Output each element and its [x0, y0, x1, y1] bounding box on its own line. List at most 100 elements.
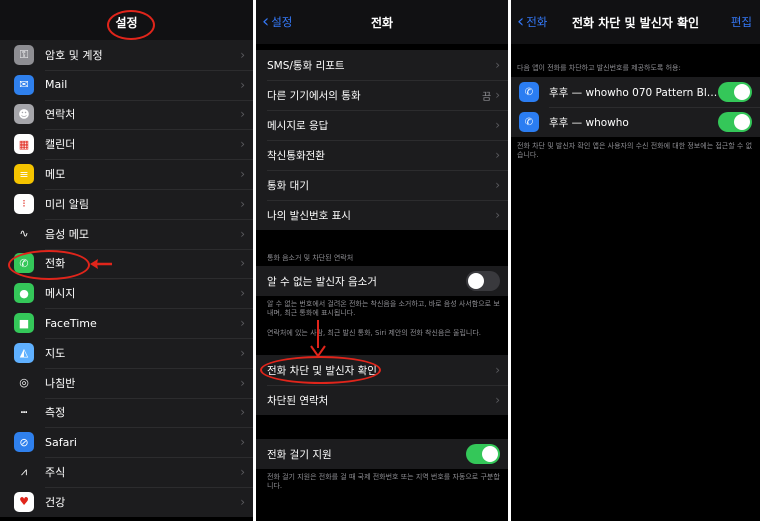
back-button[interactable]: ‹ 설정 [262, 0, 292, 44]
page-title: 전화 [370, 15, 394, 30]
settings-row[interactable]: ⩘ 주식 › [0, 457, 253, 487]
dial-assist-row: 전화 걸기 지원 [256, 439, 508, 469]
settings-row-label: 음성 메모 [45, 227, 89, 241]
section-header: 통화 음소거 및 차단된 연락처 [267, 254, 354, 262]
chevron-right-icon: › [495, 148, 500, 162]
settings-row-label: 나침반 [45, 376, 76, 390]
blocking-app-toggle[interactable] [718, 112, 752, 132]
measure-icon: ┅ [14, 402, 34, 423]
back-label: 설정 [271, 15, 293, 29]
phone-option-value: 끔 [481, 91, 492, 103]
settings-row[interactable]: ▦ 캘린더 › [0, 129, 253, 160]
blocking-app-row: ✆ 후후 — whowho [511, 107, 760, 137]
settings-row-label: 암호 및 계정 [45, 48, 103, 62]
page-title: 설정 [115, 15, 138, 30]
maps-icon: ◭ [14, 342, 34, 363]
phone-options-group: SMS/통화 리포트 › 다른 기기에서의 통화 끔 › 메시지로 응답 › 착신통화전환 › 통… [256, 50, 508, 230]
dial-assist-footnote: 전화 걸기 지원은 전화를 걸 때 국제 전화번호 또는 지역 번호를 자동으로… [267, 473, 500, 491]
phone-option-row[interactable]: 차단된 연락처 › [256, 385, 508, 415]
blocking-app-label: 후후 — whowho 070 Pattern Blo... [549, 86, 718, 99]
settings-row[interactable]: ◭ 지도 › [0, 337, 253, 368]
chevron-right-icon: › [495, 88, 500, 102]
settings-row-label: 측정 [45, 406, 66, 420]
silence-unknown-toggle[interactable] [466, 271, 500, 291]
settings-row[interactable]: ⚿ 암호 및 계정 › [0, 40, 253, 70]
settings-row[interactable]: ✉ Mail › [0, 69, 253, 100]
phone-settings-panel: ‹ 설정 전화 SMS/통화 리포트 › 다른 기기에서의 통화 끔 › 메시지로 응답 ›… [256, 0, 508, 521]
silence-unknown-label: 알 수 없는 발신자 음소거 [267, 275, 377, 288]
stocks-icon: ⩘ [14, 462, 34, 483]
phone-option-row[interactable]: 나의 발신번호 표시 › [256, 200, 508, 230]
silence-footnote: 알 수 없는 번호에서 걸려온 전화는 착신음을 소거하고, 바로 음성 사서함… [267, 300, 500, 318]
dial-assist-toggle[interactable] [466, 444, 500, 464]
settings-row[interactable]: ■ FaceTime › [0, 308, 253, 338]
phone-option-row[interactable]: SMS/통화 리포트 › [256, 50, 508, 80]
arrow-left-annotation-icon [90, 259, 112, 269]
chevron-right-icon: › [240, 137, 245, 152]
settings-navbar: 설정 [0, 0, 253, 44]
compass-icon: ◎ [14, 372, 34, 393]
settings-row[interactable]: ☻ 연락처 › [0, 99, 253, 130]
settings-panel: 설정 ⚿ 암호 및 계정 › ✉ Mail › ☻ 연락처 › ▦ 캘린더 › ≡ 메모 › ⁝ 미리 알림 › ∿… [0, 0, 253, 521]
chevron-right-icon: › [495, 178, 500, 192]
settings-row-label: 건강 [45, 495, 66, 509]
chevron-right-icon: › [240, 107, 245, 122]
settings-row[interactable]: ∿ 음성 메모 › [0, 218, 253, 249]
settings-row-label: 연락처 [45, 108, 76, 122]
dial-assist-label: 전화 걸기 지원 [267, 448, 332, 461]
phone-option-label: 메시지로 응답 [267, 119, 329, 132]
settings-row-label: 메시지 [45, 287, 76, 301]
arrow-down-annotation-icon [310, 320, 326, 358]
settings-row[interactable]: ┅ 측정 › [0, 397, 253, 428]
settings-row[interactable]: ⁝ 미리 알림 › [0, 188, 253, 219]
health-icon: ♥ [14, 491, 34, 512]
settings-row[interactable]: ● 메시지 › [0, 278, 253, 309]
phone-option-row[interactable]: 착신통화전환 › [256, 140, 508, 170]
silence-footnote-2: 연락처에 있는 사람, 최근 발신 통화, Siri 제안의 전화 착신음은 울… [267, 329, 482, 337]
chevron-right-icon: › [240, 196, 245, 211]
reminders-icon: ⁝ [14, 193, 34, 214]
silence-unknown-row: 알 수 없는 발신자 음소거 [256, 266, 508, 296]
back-button[interactable]: ‹ 전화 [517, 0, 547, 44]
settings-row[interactable]: ✆ 전화 › [0, 248, 253, 279]
chevron-right-icon: › [240, 286, 245, 301]
voice-memos-icon: ∿ [14, 223, 34, 244]
settings-row[interactable]: ⊘ Safari › [0, 427, 253, 458]
chevron-right-icon: › [240, 435, 245, 450]
section-header: 다음 앱이 전화를 차단하고 발신번호를 제공하도록 허용: [517, 64, 681, 72]
phone-option-row[interactable]: 메시지로 응답 › [256, 110, 508, 140]
messages-icon: ● [14, 283, 34, 304]
settings-row-label: Safari [45, 435, 77, 449]
safari-icon: ⊘ [14, 432, 34, 453]
mail-icon: ✉ [14, 74, 34, 95]
blocking-group: 전화 차단 및 발신자 확인 › 차단된 연락처 › [256, 355, 508, 415]
phone-navbar: ‹ 설정 전화 [256, 0, 508, 44]
phone-option-label: 차단된 연락처 [267, 394, 329, 407]
chevron-right-icon: › [240, 375, 245, 390]
settings-row[interactable]: ♥ 건강 › [0, 486, 253, 517]
chevron-right-icon: › [240, 256, 245, 271]
phone-option-row[interactable]: 전화 차단 및 발신자 확인 › [256, 355, 508, 385]
phone-option-row[interactable]: 통화 대기 › [256, 170, 508, 200]
chevron-right-icon: › [240, 494, 245, 509]
notes-icon: ≡ [14, 164, 34, 185]
settings-row[interactable]: ◎ 나침반 › [0, 367, 253, 398]
settings-row-label: 지도 [45, 346, 66, 360]
settings-row-label: 전화 [45, 257, 66, 271]
blocking-app-toggle[interactable] [718, 82, 752, 102]
settings-row-label: 주식 [45, 466, 66, 480]
edit-button[interactable]: 편집 [731, 0, 752, 44]
call-blocking-navbar: ‹ 전화 전화 차단 및 발신자 확인 편집 [511, 0, 760, 44]
settings-row[interactable]: ≡ 메모 › [0, 159, 253, 189]
chevron-left-icon: ‹ [517, 11, 525, 32]
chevron-right-icon: › [240, 405, 245, 420]
chevron-right-icon: › [495, 363, 500, 377]
phone-option-label: 전화 차단 및 발신자 확인 [267, 364, 377, 377]
whowho-app-icon: ✆ [519, 82, 539, 102]
blocking-apps-group: ✆ 후후 — whowho 070 Pattern Blo... ✆ 후후 — who… [511, 77, 760, 137]
contacts-icon: ☻ [14, 104, 34, 125]
facetime-icon: ■ [14, 313, 34, 334]
phone-option-label: 착신통화전환 [267, 149, 325, 162]
phone-option-row[interactable]: 다른 기기에서의 통화 끔 › [256, 80, 508, 110]
chevron-right-icon: › [240, 226, 245, 241]
